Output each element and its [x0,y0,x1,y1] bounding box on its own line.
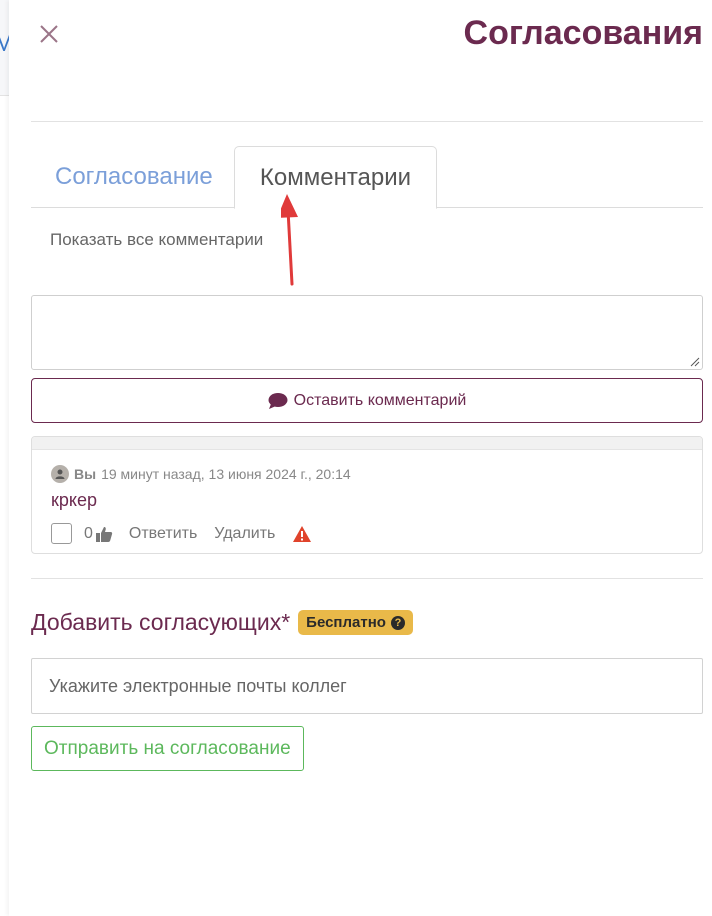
leave-comment-button[interactable]: Оставить комментарий [31,378,703,423]
free-badge[interactable]: Бесплатно ? [298,610,413,635]
close-icon[interactable] [37,22,61,46]
comment-textarea[interactable] [32,296,702,369]
send-for-approval-button[interactable]: Отправить на согласование [31,726,304,771]
comment-actions: 0 Ответить Удалить [51,523,312,544]
comment-header-band [32,437,702,450]
section-divider [31,578,703,579]
tab-approval[interactable]: Согласование [31,146,237,208]
approvals-side-panel: Согласования Согласование Комментарии По… [9,0,712,916]
background-page-edge: M [0,0,14,96]
like-button[interactable]: 0 [84,525,113,543]
header-divider [31,121,703,122]
leave-comment-label: Оставить комментарий [293,391,467,409]
tab-comments[interactable]: Комментарии [234,146,437,209]
comment-input[interactable] [31,295,703,370]
comment-timestamp: 19 минут назад, 13 июня 2024 г., 20:14 [101,466,351,482]
panel-title: Согласования [463,14,703,52]
like-count: 0 [84,524,93,542]
add-approvers-title: Добавить согласующих* [31,609,291,635]
add-approvers-heading: Добавить согласующих* Бесплатно ? [31,609,413,636]
tab-bar: Согласование Комментарии [31,146,703,209]
free-badge-label: Бесплатно [306,614,386,631]
comment-text: кркер [51,490,97,510]
comment-item: Вы 19 минут назад, 13 июня 2024 г., 20:1… [31,436,703,554]
user-avatar-icon [51,465,69,483]
resize-handle-icon[interactable] [688,355,700,367]
comment-meta: Вы 19 минут назад, 13 июня 2024 г., 20:1… [51,465,351,483]
approver-email-input[interactable] [31,658,703,714]
help-icon: ? [390,615,405,630]
warning-icon[interactable] [292,525,312,543]
delete-link[interactable]: Удалить [214,525,275,543]
comment-author: Вы [74,466,97,482]
show-all-comments-link[interactable]: Показать все комментарии [50,230,263,250]
comment-select-checkbox[interactable] [51,523,72,544]
thumbs-up-icon [95,526,113,542]
reply-link[interactable]: Ответить [129,525,197,543]
speech-bubble-icon [268,392,288,409]
